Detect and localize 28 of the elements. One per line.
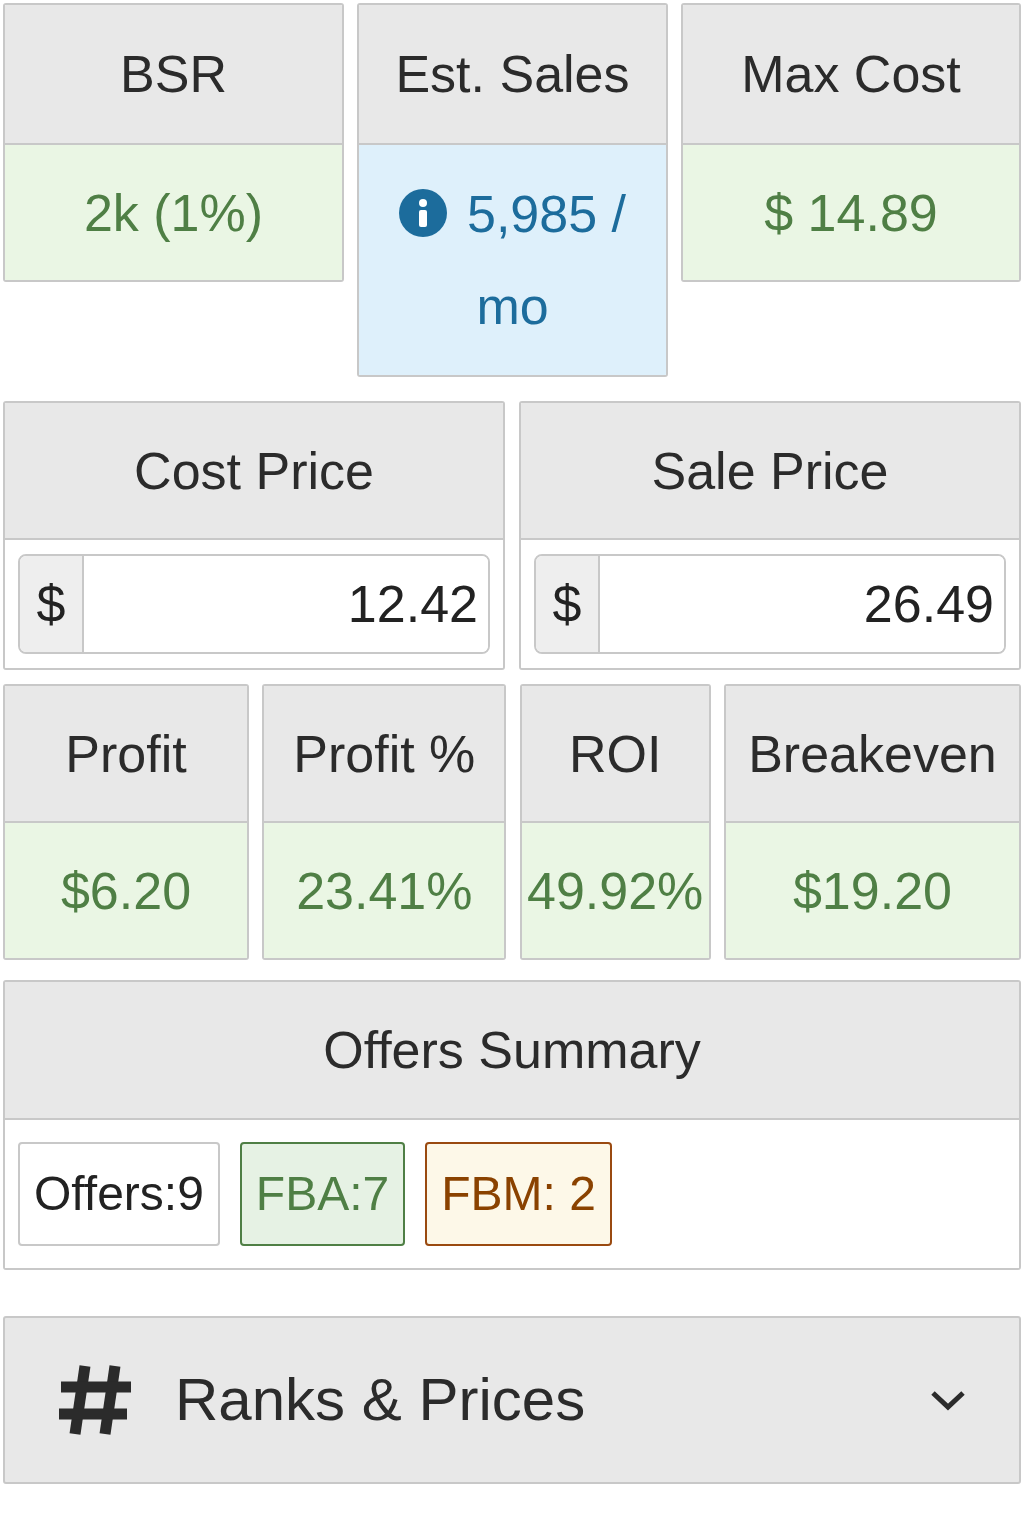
card-title: Profit %: [293, 723, 476, 785]
hashtag-icon: [57, 1362, 133, 1438]
metric-value: 5,985 / mo: [467, 185, 626, 335]
metric-value: 49.92%: [526, 861, 704, 920]
card-title: Breakeven: [748, 723, 997, 785]
metric-value: 2k (1%): [83, 183, 264, 242]
card-title: Offers Summary: [323, 1020, 701, 1081]
card-title: ROI: [568, 723, 662, 785]
card-title: Profit: [65, 723, 187, 785]
card-title: Max Cost: [741, 44, 961, 105]
price-input-group[interactable]: $ 26.49: [534, 554, 1006, 654]
currency-prefix: $: [20, 556, 84, 652]
card-title: Cost Price: [134, 440, 374, 502]
metric-value: $ 14.89: [764, 183, 938, 242]
info-icon[interactable]: [399, 189, 447, 238]
metric-value: 23.41%: [296, 861, 473, 920]
card-title: Sale Price: [651, 440, 889, 502]
card-title: Est. Sales: [395, 44, 630, 105]
offer-count-badge: FBM: 2: [425, 1142, 612, 1246]
offer-count-badge: FBA:7: [239, 1142, 406, 1246]
metric-value: $6.20: [60, 861, 192, 920]
section-toggle[interactable]: Ranks & Prices: [3, 1316, 1021, 1484]
chevron-icon: [929, 1388, 967, 1412]
price-input-group[interactable]: $ 12.42: [18, 554, 490, 654]
card-title: BSR: [120, 44, 227, 105]
currency-prefix: $: [536, 556, 600, 652]
metric-value: $19.20: [792, 861, 952, 920]
offer-count-badge: Offers:9: [18, 1142, 220, 1246]
